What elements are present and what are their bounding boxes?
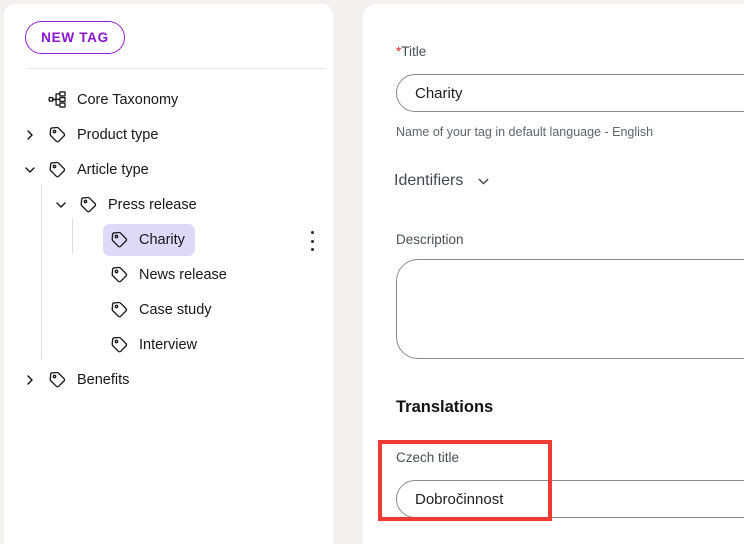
tree-item-label: Charity [139,231,185,248]
tree-item-label: Benefits [77,371,130,388]
tree-item-content[interactable]: Case study [103,294,222,326]
panel-divider [28,68,324,69]
chevron-right-icon-slot[interactable] [19,372,41,388]
new-tag-button[interactable]: NEW TAG [25,21,125,54]
czech-title-field-label: Czech title [396,450,460,465]
chevron-down-icon-slot[interactable] [19,162,41,178]
chevron-down-icon-slot[interactable] [50,197,72,213]
tree-item-press-release[interactable]: Press release [4,187,333,222]
tree-item-content[interactable]: Article type [41,154,159,186]
chevron-down-icon[interactable] [22,162,38,178]
tree-item-label: Core Taxonomy [77,91,179,108]
tag-icon [80,196,97,213]
tree-item-label: News release [139,266,227,283]
chevron-right-icon-slot[interactable] [19,127,41,143]
tag-icon [49,371,66,388]
tag-icon [111,336,128,353]
taxonomy-tree-list: Core Taxonomy Product type Article type Pre… [4,82,333,397]
tag-icon [49,161,66,178]
hierarchy-icon [48,91,66,108]
chevron-down-icon [478,178,489,184]
tree-item-content[interactable]: Interview [103,329,207,361]
tree-item-content[interactable]: News release [103,259,237,291]
identifiers-section-toggle[interactable]: Identifiers [394,169,492,193]
chevron-right-icon[interactable] [22,127,38,143]
tree-item-label: Case study [139,301,212,318]
tree-item-content[interactable]: Benefits [41,364,139,396]
tree-item-core-taxonomy[interactable]: Core Taxonomy [4,82,333,117]
tree-item-case-study[interactable]: Case study [4,292,333,327]
title-label-text: Title [401,44,427,59]
title-input[interactable] [396,74,744,112]
taxonomy-tree-panel: NEW TAG Core Taxonomy Product type Article… [4,4,333,544]
tree-item-content[interactable]: Product type [41,119,168,151]
identifiers-label: Identifiers [394,172,464,189]
tree-item-label: Press release [108,196,197,213]
tree-item-article-type[interactable]: Article type [4,152,333,187]
tree-item-label: Product type [77,126,159,143]
tree-item-product-type[interactable]: Product type [4,117,333,152]
tree-item-label: Article type [77,161,149,178]
more-vertical-icon[interactable] [304,229,320,253]
tree-item-label: Interview [139,336,198,353]
tag-detail-panel: *Title Name of your tag in default langu… [363,4,744,544]
tree-item-interview[interactable]: Interview [4,327,333,362]
title-field-hint: Name of your tag in default language - E… [396,125,654,139]
tree-item-benefits[interactable]: Benefits [4,362,333,397]
tag-icon [49,126,66,143]
tree-item-charity[interactable]: Charity [4,222,333,257]
translations-section-heading: Translations [396,398,494,416]
tree-item-content[interactable]: Core Taxonomy [41,84,188,116]
czech-title-input[interactable] [396,480,744,518]
chevron-down-icon[interactable] [53,197,69,213]
tag-icon [111,231,128,248]
tag-icon [111,266,128,283]
description-field-label: Description [396,232,464,247]
tree-item-content[interactable]: Charity [103,223,195,256]
tag-icon [111,301,128,318]
title-field-label: *Title [396,44,426,59]
tree-item-news-release[interactable]: News release [4,257,333,292]
tree-item-content[interactable]: Press release [72,189,207,221]
description-input[interactable] [396,259,744,359]
chevron-right-icon[interactable] [22,372,38,388]
